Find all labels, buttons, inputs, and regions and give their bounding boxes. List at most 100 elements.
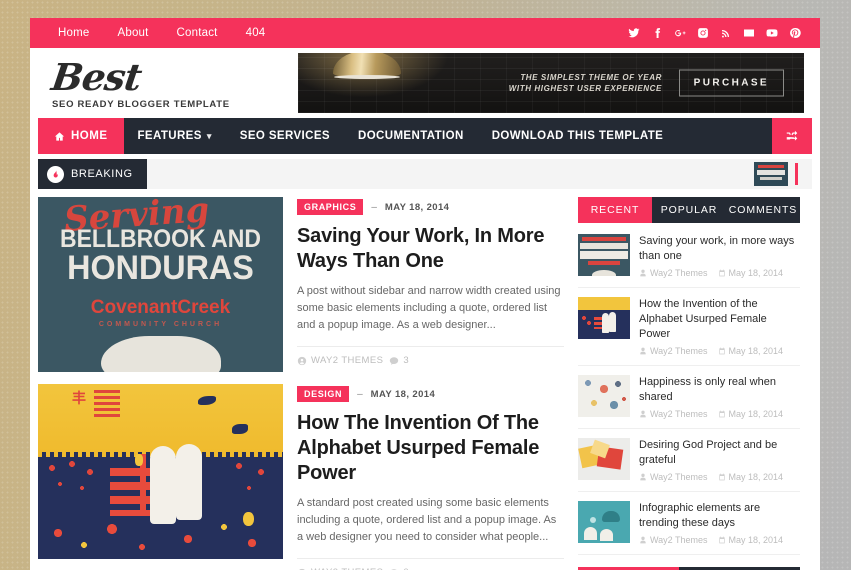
home-icon — [54, 131, 65, 141]
meta-separator: – — [371, 201, 377, 213]
content-area: Serving BELLBROOK AND HONDURAS CovenantC… — [38, 197, 812, 570]
post-list: Serving BELLBROOK AND HONDURAS CovenantC… — [38, 197, 568, 570]
email-icon[interactable] — [737, 18, 760, 48]
pinterest-icon[interactable] — [783, 18, 806, 48]
nav-item-download-template[interactable]: DOWNLOAD THIS TEMPLATE — [478, 118, 678, 154]
top-menu-item-contact[interactable]: Contact — [163, 18, 232, 48]
lamp-image — [333, 53, 401, 83]
thumb-subtitle: COMMUNITY CHURCH — [98, 321, 223, 328]
breaking-accent-bar — [795, 163, 798, 185]
recent-posts-list: Saving your work, in more ways than one … — [578, 223, 800, 555]
list-item-title[interactable]: Happiness is only real when shared — [639, 375, 800, 405]
google-plus-icon[interactable] — [668, 18, 691, 48]
list-item-author: Way2 Themes — [639, 268, 708, 278]
list-item-body: Happiness is only real when shared Way2 … — [639, 375, 800, 419]
list-item-author: Way2 Themes — [639, 472, 708, 482]
site-header: Best SEO READY BLOGGER TEMPLATE THE SIMP… — [30, 48, 820, 118]
nav-item-seo-services-label: SEO SERVICES — [239, 130, 330, 142]
list-item[interactable]: Happiness is only real when shared Way2 … — [578, 366, 800, 429]
list-item-title[interactable]: Saving your work, in more ways than one — [639, 234, 800, 264]
post-date: MAY 18, 2014 — [370, 388, 436, 400]
instagram-icon[interactable] — [691, 18, 714, 48]
comment-icon — [390, 356, 399, 365]
post-meta-top: DESIGN – MAY 18, 2014 — [297, 386, 564, 402]
list-item-date: May 18, 2014 — [718, 346, 783, 356]
post-title[interactable]: Saving Your Work, In More Ways Than One — [297, 224, 564, 274]
top-menu-item-home[interactable]: Home — [44, 18, 103, 48]
top-menu-item-404[interactable]: 404 — [232, 18, 280, 48]
banner-line-2: WITH HIGHEST USER EXPERIENCE — [508, 84, 662, 93]
post-author-name: WAY2 THEMES — [311, 355, 384, 366]
nav-item-features-label: FEATURES — [137, 130, 202, 142]
meta-separator: – — [357, 388, 363, 400]
rss-icon[interactable] — [714, 18, 737, 48]
list-item-meta: Way2 Themes May 18, 2014 — [639, 268, 800, 278]
youtube-icon[interactable] — [760, 18, 783, 48]
list-item-meta: Way2 Themes May 18, 2014 — [639, 472, 800, 482]
list-item[interactable]: Infographic elements are trending these … — [578, 492, 800, 555]
list-item-author-name: Way2 Themes — [650, 409, 708, 419]
post-thumbnail[interactable]: 丰 — [38, 384, 283, 559]
breaking-news-bar: BREAKING — [38, 159, 812, 189]
list-item-author: Way2 Themes — [639, 346, 708, 356]
user-icon — [640, 536, 646, 544]
top-menu-item-about[interactable]: About — [103, 18, 162, 48]
list-item-author-name: Way2 Themes — [650, 268, 708, 278]
post-body: GRAPHICS – MAY 18, 2014 Saving Your Work… — [297, 197, 568, 372]
thumb-line-b: HONDURAS — [67, 249, 254, 287]
nav-item-seo-services[interactable]: SEO SERVICES — [226, 118, 344, 154]
post-thumbnail[interactable]: Serving BELLBROOK AND HONDURAS CovenantC… — [38, 197, 283, 372]
nav-item-home[interactable]: HOME — [38, 118, 124, 154]
tab-popular[interactable]: POPULAR — [652, 197, 726, 223]
list-item-date-text: May 18, 2014 — [728, 472, 784, 482]
list-item-title[interactable]: How the Invention of the Alphabet Usurpe… — [639, 297, 800, 342]
header-banner-ad[interactable]: THE SIMPLEST THEME OF YEAR WITH HIGHEST … — [298, 53, 804, 113]
list-item-author: Way2 Themes — [639, 535, 708, 545]
list-item[interactable]: How the Invention of the Alphabet Usurpe… — [578, 288, 800, 366]
facebook-icon[interactable] — [645, 18, 668, 48]
site-logo[interactable]: Best SEO READY BLOGGER TEMPLATE — [42, 54, 292, 110]
list-item-thumbnail — [578, 375, 630, 417]
post-author: WAY2 THEMES — [297, 355, 383, 366]
post-body: DESIGN – MAY 18, 2014 How The Invention … — [297, 384, 568, 570]
thumb-brand: CovenantCreek — [90, 297, 231, 318]
post-title[interactable]: How The Invention Of The Alphabet Usurpe… — [297, 411, 564, 486]
list-item-thumbnail — [578, 438, 630, 480]
flame-icon — [47, 165, 64, 183]
list-item-date-text: May 18, 2014 — [728, 535, 784, 545]
list-item-title[interactable]: Desiring God Project and be grateful — [639, 438, 800, 468]
logo-text: Best — [48, 54, 144, 99]
breaking-post-thumbnail[interactable] — [754, 162, 788, 186]
top-bar: Home About Contact 404 — [30, 18, 820, 48]
main-navigation: HOME FEATURES ▾ SEO SERVICES DOCUMENTATI… — [38, 118, 812, 154]
twitter-icon[interactable] — [622, 18, 645, 48]
nav-item-documentation[interactable]: DOCUMENTATION — [344, 118, 478, 154]
list-item[interactable]: Desiring God Project and be grateful Way… — [578, 429, 800, 492]
top-menu: Home About Contact 404 — [44, 18, 279, 48]
shuffle-icon[interactable] — [772, 118, 812, 154]
tab-comments[interactable]: COMMENTS — [726, 197, 800, 223]
list-item-date: May 18, 2014 — [718, 472, 784, 482]
list-item-date: May 18, 2014 — [718, 268, 783, 278]
user-icon — [640, 347, 646, 355]
list-item-date-text: May 18, 2014 — [728, 409, 784, 419]
nav-item-home-label: HOME — [71, 130, 108, 142]
post-meta-divider: WAY2 THEMES 3 — [297, 346, 564, 366]
nav-item-features[interactable]: FEATURES ▾ — [124, 118, 226, 154]
tab-recent[interactable]: RECENT — [578, 197, 652, 223]
list-item-author-name: Way2 Themes — [650, 472, 708, 482]
map-shape — [100, 336, 221, 372]
post-category-badge[interactable]: GRAPHICS — [297, 199, 364, 215]
banner-line-1: THE SIMPLEST THEME OF YEAR — [520, 73, 662, 82]
purchase-button[interactable]: PURCHASE — [678, 69, 784, 97]
list-item-date: May 18, 2014 — [718, 535, 784, 545]
post-category-badge[interactable]: DESIGN — [297, 386, 350, 402]
list-item-title[interactable]: Infographic elements are trending these … — [639, 501, 800, 531]
post-item: 丰 DESIGN – MAY 18, 2014 How The Inventio… — [38, 384, 568, 570]
list-item-body: How the Invention of the Alphabet Usurpe… — [639, 297, 800, 356]
post-excerpt: A standard post created using some basic… — [297, 497, 557, 543]
breaking-label: BREAKING — [38, 159, 147, 189]
chevron-down-icon: ▾ — [206, 130, 212, 141]
list-item[interactable]: Saving your work, in more ways than one … — [578, 225, 800, 288]
